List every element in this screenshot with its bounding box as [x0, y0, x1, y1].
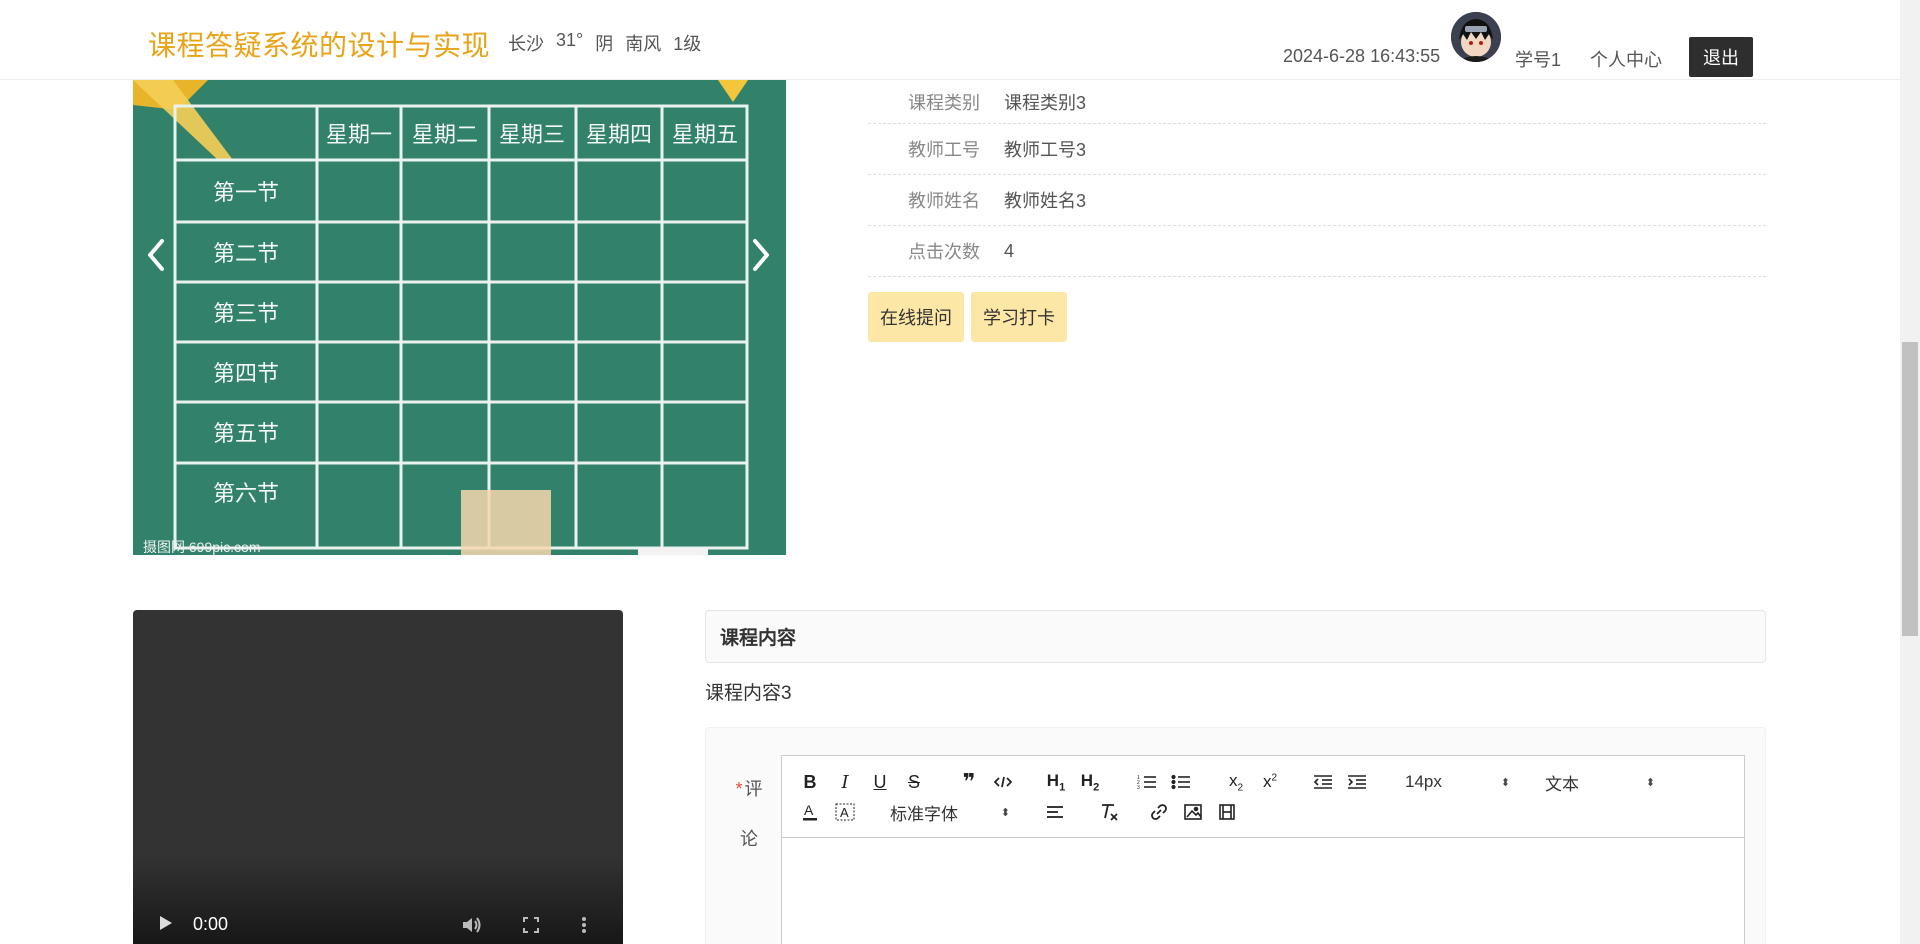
info-label: 教师姓名 [908, 191, 980, 211]
bold-icon[interactable]: B [800, 770, 820, 794]
avatar[interactable] [1451, 12, 1501, 62]
course-image-carousel: 星期一 星期二 星期三 星期四 星期五 第一节 第二节 第三节 第四节 第五节 … [133, 80, 786, 555]
bullet-list-icon[interactable] [1170, 770, 1192, 794]
ask-question-button[interactable]: 在线提问 [868, 292, 964, 342]
info-row-teacher-name: 教师姓名 教师姓名3 [868, 175, 1766, 226]
video-time: 0:00 [193, 914, 229, 934]
info-value: 4 [1004, 240, 1015, 261]
clear-format-icon[interactable] [1098, 800, 1120, 824]
select-caret-icon: ⬍ [1000, 806, 1010, 819]
info-label: 点击次数 [908, 242, 980, 262]
weather-condition: 阴 [595, 34, 614, 54]
info-row-clicks: 点击次数 4 [868, 226, 1766, 277]
select-caret-icon: ⬍ [1645, 776, 1655, 789]
video-embed-icon[interactable] [1216, 800, 1238, 824]
course-video-player[interactable]: 0:00 [133, 610, 623, 944]
page-scrollbar-track[interactable] [1900, 0, 1920, 944]
comment-label-line2: 论 [740, 829, 758, 849]
underline-icon[interactable]: U [870, 770, 890, 794]
comment-label-line1: 评 [744, 779, 763, 799]
info-label: 课程类别 [908, 92, 980, 113]
course-content-text: 课程内容3 [705, 683, 792, 704]
timetable-row: 第二节 [213, 242, 279, 267]
info-row-category: 课程类别 课程类别3 [868, 80, 1766, 124]
outdent-icon[interactable] [1312, 770, 1334, 794]
weather-level: 1级 [673, 34, 702, 54]
timetable-header: 星期五 [672, 123, 738, 148]
font-size-value: 14px [1405, 772, 1442, 791]
superscript-icon[interactable]: x2 [1258, 770, 1282, 794]
carousel-next-arrow-icon[interactable] [745, 235, 775, 275]
nav-user-link[interactable]: 学号1 [1515, 46, 1561, 72]
comment-label: * 评 论 [734, 764, 764, 864]
timetable-row: 第三节 [213, 302, 279, 327]
play-icon[interactable] [155, 913, 175, 938]
course-info-table: 课程类别 课程类别3 教师工号 教师工号3 教师姓名 教师姓名3 点击次数 4 [868, 80, 1766, 277]
info-value: 教师姓名3 [1004, 191, 1087, 211]
volume-icon[interactable] [461, 915, 483, 940]
paragraph-select[interactable]: 文本 ⬍ [1545, 770, 1655, 794]
font-family-select[interactable]: 标准字体 ⬍ [890, 800, 1010, 824]
code-block-icon[interactable] [992, 770, 1014, 794]
more-options-icon[interactable] [580, 915, 588, 940]
background-color-icon[interactable]: A [834, 800, 856, 824]
info-label: 教师工号 [908, 140, 980, 160]
svg-text:A: A [840, 805, 849, 820]
timetable-row: 第四节 [213, 362, 279, 387]
timetable-header: 星期四 [586, 123, 652, 148]
link-icon[interactable] [1148, 800, 1170, 824]
subscript-icon[interactable]: x2 [1224, 770, 1248, 794]
timetable-header: 星期二 [412, 123, 478, 148]
fullscreen-icon[interactable] [521, 915, 541, 940]
logout-button[interactable]: 退出 [1689, 37, 1753, 77]
weather-widget: 长沙 31° 阴 南风 1级 [508, 30, 701, 56]
image-icon[interactable] [1182, 800, 1204, 824]
study-checkin-button[interactable]: 学习打卡 [971, 292, 1067, 342]
ordered-list-icon[interactable]: 123 [1136, 770, 1158, 794]
carousel-prev-arrow-icon[interactable] [142, 235, 172, 275]
comment-form: * 评 论 B I U S ❞ H1 H2 123 x2 x2 14px ⬍ 文… [705, 727, 1766, 944]
timetable-row: 第五节 [213, 422, 279, 447]
course-action-buttons: 在线提问 学习打卡 [868, 292, 1067, 342]
font-family-value: 标准字体 [890, 804, 958, 824]
select-caret-icon: ⬍ [1500, 776, 1510, 789]
timetable-row: 第六节 [213, 482, 279, 507]
timetable-image: 星期一 星期二 星期三 星期四 星期五 第一节 第二节 第三节 第四节 第五节 … [133, 80, 786, 555]
timetable-header: 星期三 [499, 123, 565, 148]
image-watermark: 摄图网 699pic.com [143, 539, 260, 555]
strikethrough-icon[interactable]: S [904, 770, 924, 794]
indent-icon[interactable] [1346, 770, 1368, 794]
svg-text:A: A [804, 802, 814, 818]
timetable-row: 第一节 [213, 181, 279, 206]
weather-wind: 南风 [625, 34, 662, 54]
current-datetime: 2024-6-28 16:43:55 [1283, 46, 1441, 66]
site-title[interactable]: 课程答疑系统的设计与实现 [148, 24, 490, 64]
info-value: 教师工号3 [1004, 140, 1087, 160]
weather-temperature: 31° [556, 30, 584, 50]
page-scrollbar-thumb[interactable] [1902, 342, 1918, 636]
heading2-icon[interactable]: H2 [1078, 770, 1102, 794]
italic-icon[interactable]: I [835, 770, 855, 794]
blockquote-icon[interactable]: ❞ [958, 769, 980, 794]
course-content-heading: 课程内容 [705, 610, 1766, 663]
nav-personal-center-link[interactable]: 个人中心 [1590, 46, 1662, 72]
info-value: 课程类别3 [1004, 92, 1087, 113]
font-color-icon[interactable]: A [800, 800, 820, 824]
timetable-header: 星期一 [326, 123, 392, 148]
svg-text:3: 3 [1137, 785, 1140, 790]
top-navbar: 课程答疑系统的设计与实现 长沙 31° 阴 南风 1级 2024-6-28 16… [0, 0, 1900, 80]
font-size-select[interactable]: 14px ⬍ [1405, 770, 1510, 794]
editor-toolbar: B I U S ❞ H1 H2 123 x2 x2 14px ⬍ 文本 ⬍ A … [782, 756, 1744, 838]
paragraph-value: 文本 [1545, 774, 1579, 794]
required-mark: * [735, 779, 743, 799]
weather-city: 长沙 [508, 34, 544, 54]
editor-content-area[interactable] [782, 838, 1744, 944]
heading1-icon[interactable]: H1 [1044, 770, 1068, 794]
align-icon[interactable] [1044, 800, 1066, 824]
info-row-teacher-id: 教师工号 教师工号3 [868, 124, 1766, 175]
rich-text-editor: B I U S ❞ H1 H2 123 x2 x2 14px ⬍ 文本 ⬍ A … [781, 755, 1745, 944]
